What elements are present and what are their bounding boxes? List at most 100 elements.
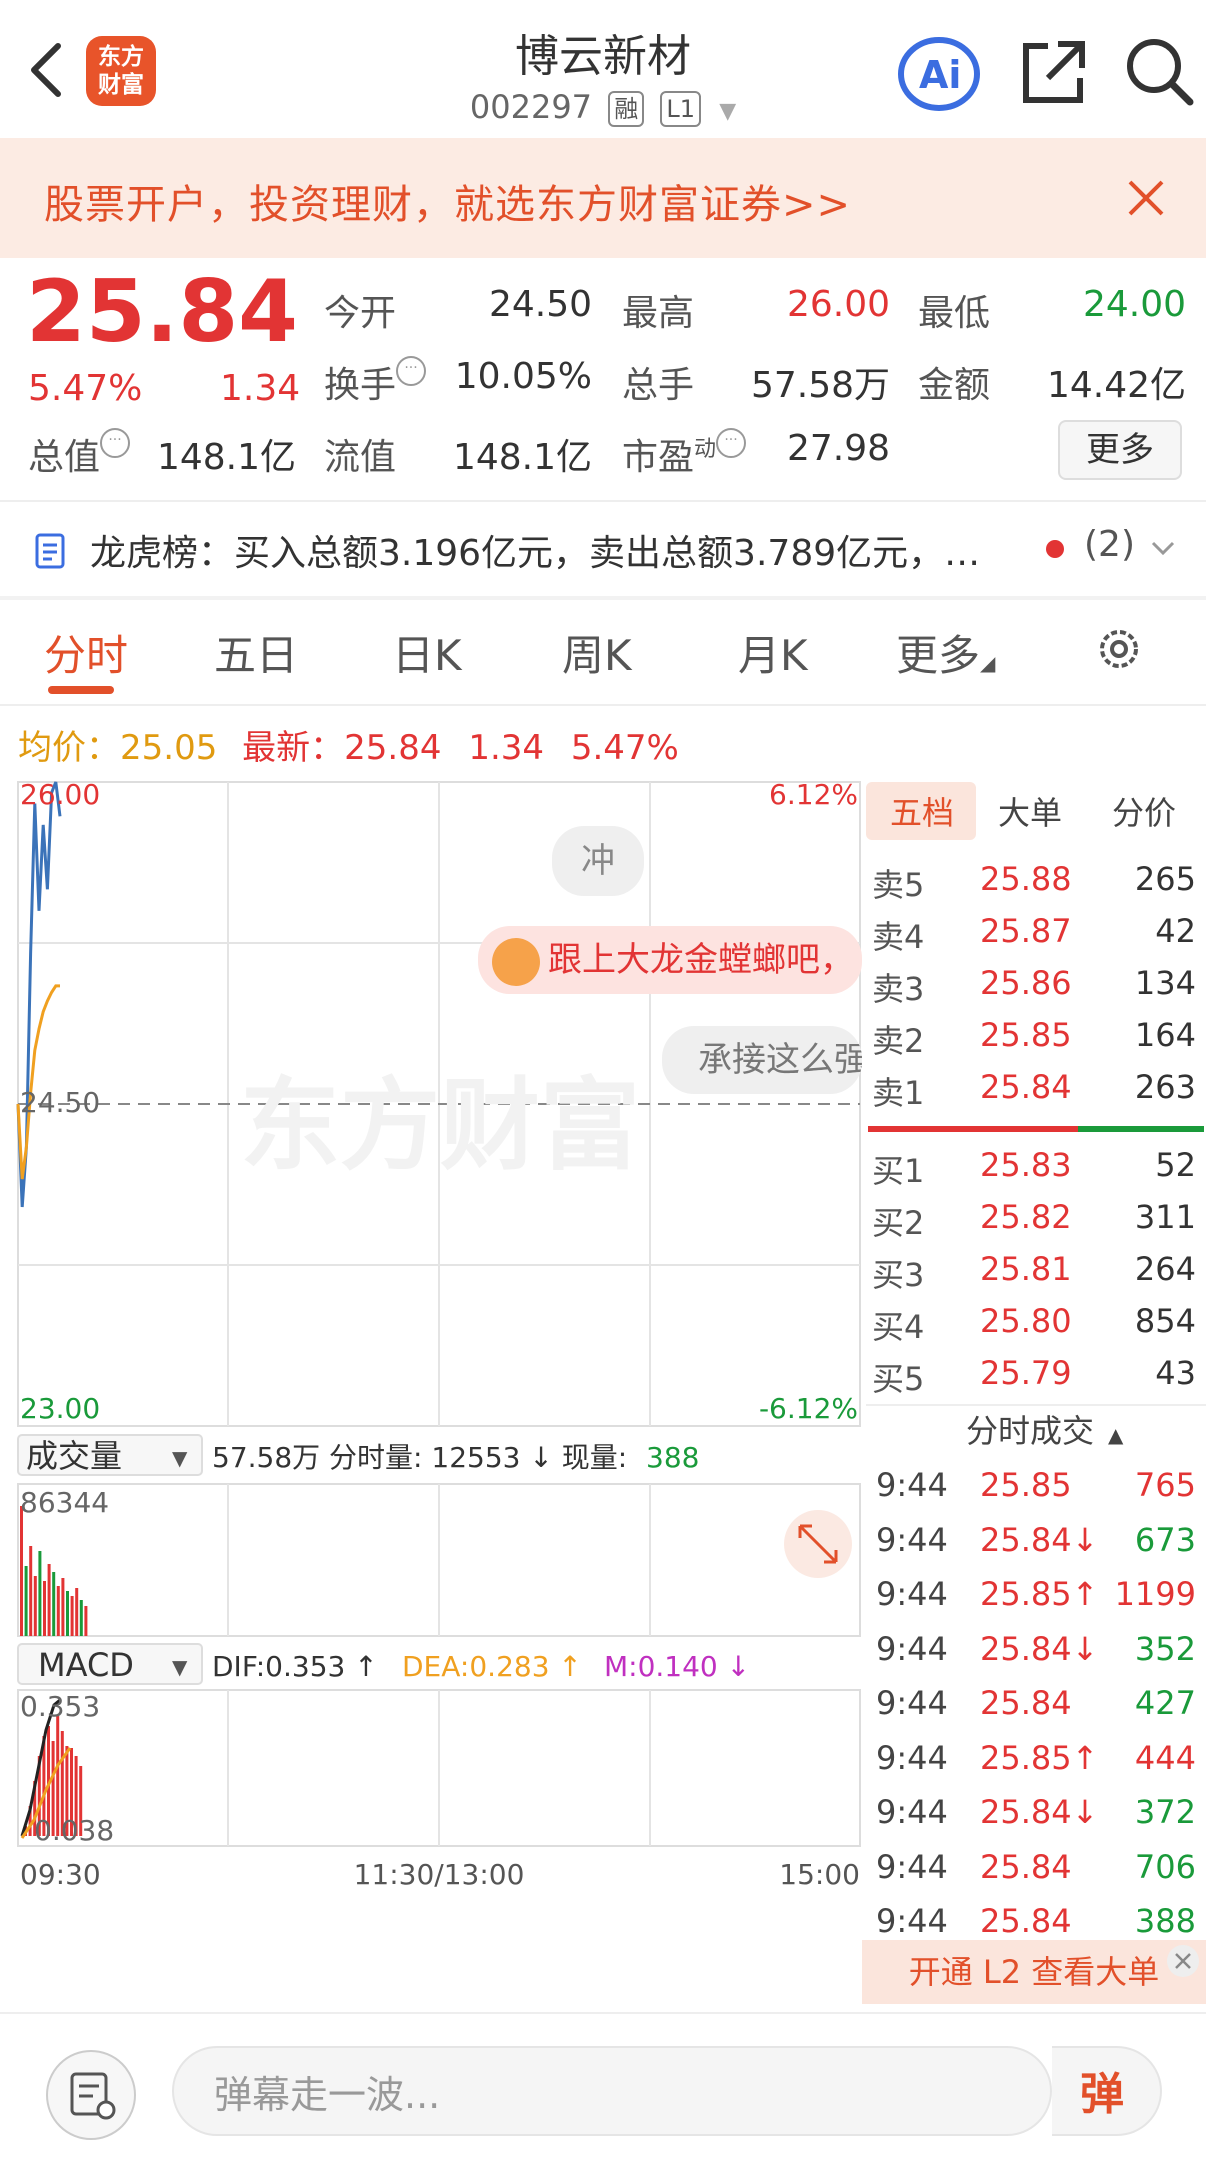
- tick-row: 9:44 25.85↑ 1199: [866, 1575, 1206, 1629]
- danmaku-bubble-highlight[interactable]: 跟上大龙金螳螂吧，: [478, 926, 862, 994]
- last-price: 25.84: [26, 262, 299, 362]
- ask-row[interactable]: 卖1 25.84 263: [866, 1068, 1206, 1120]
- high-value: 26.00: [786, 284, 890, 325]
- promo-text[interactable]: 股票开户，投资理财，就选东方财富证券>>: [44, 172, 851, 230]
- volume-bar: [38, 1551, 42, 1636]
- bid-volume: 311: [1134, 1198, 1196, 1236]
- volume-bar: [24, 1566, 28, 1636]
- amount-value: 14.42亿: [1046, 365, 1186, 406]
- tick-price: 25.85↑: [980, 1575, 1099, 1613]
- info-icon[interactable]: ···: [716, 428, 747, 458]
- pct-top-label: 6.12%: [769, 778, 858, 811]
- tab-big-orders[interactable]: 大单: [998, 788, 1062, 834]
- average-price-bar: 均价：25.05 最新：25.84 1.34 5.47%: [18, 728, 679, 768]
- info-icon[interactable]: ···: [396, 356, 427, 386]
- bid-ratio-bar: [1078, 1126, 1204, 1132]
- tab-weekly-k[interactable]: 周K: [562, 622, 632, 683]
- volume-now: 388: [646, 1441, 699, 1474]
- danmaku-bubble[interactable]: 承接这么强: [662, 1026, 862, 1094]
- ask-label: 卖2: [872, 1022, 925, 1060]
- app-header: 东方 财富 博云新材 002297 融 L1 ▼ Ai: [0, 0, 1206, 138]
- pe-value: 27.98: [786, 428, 890, 469]
- promo-banner[interactable]: 股票开户，投资理财，就选东方财富证券>>: [0, 138, 1206, 258]
- tick-time: 9:44: [876, 1520, 948, 1559]
- ask-row[interactable]: 卖2 25.85 164: [866, 1016, 1206, 1068]
- volume-bar: [29, 1546, 33, 1636]
- l2-upgrade-button[interactable]: 开通 L2 查看大单: [862, 1940, 1206, 2004]
- tick-row: 9:44 25.85 765: [866, 1466, 1206, 1520]
- ask-volume: 265: [1134, 860, 1196, 898]
- ask-volume: 263: [1134, 1068, 1196, 1106]
- danmaku-bubble[interactable]: 冲: [552, 826, 644, 896]
- market-cap-label[interactable]: 总值 ···: [28, 428, 131, 480]
- open-value: 24.50: [488, 284, 592, 325]
- market-cap-value: 148.1亿: [156, 437, 296, 478]
- tab-five-level[interactable]: 五档: [890, 788, 954, 834]
- tick-row: 9:44 25.84 706: [866, 1848, 1206, 1902]
- macd-bottom-label: 0.038: [34, 1814, 114, 1847]
- volume-bar: [20, 1506, 23, 1636]
- bid-label: 买1: [872, 1152, 925, 1190]
- float-cap-value: 148.1亿: [452, 437, 592, 478]
- tick-time: 9:44: [876, 1466, 948, 1504]
- tick-volume: 765: [1134, 1466, 1196, 1504]
- tab-monthly-k[interactable]: 月K: [738, 622, 808, 683]
- close-icon[interactable]: [1166, 1944, 1200, 1978]
- bid-volume: 52: [1155, 1146, 1196, 1184]
- bid-label: 买2: [872, 1204, 925, 1242]
- bid-label: 买3: [872, 1256, 925, 1294]
- close-icon[interactable]: [1124, 176, 1168, 220]
- ask-row[interactable]: 卖4 25.87 42: [866, 912, 1206, 964]
- tick-price: 25.84: [980, 1847, 1072, 1886]
- volume-bar: [70, 1596, 74, 1636]
- volume-bar: [66, 1591, 69, 1636]
- ask-row[interactable]: 卖5 25.88 265: [866, 860, 1206, 912]
- turnover-label[interactable]: 换手 ···: [324, 356, 427, 408]
- ticks-title[interactable]: 分时成交 ▲: [966, 1406, 1123, 1452]
- document-icon: [35, 533, 65, 569]
- tick-price: 25.84: [980, 1684, 1072, 1722]
- bid-price: 25.79: [980, 1354, 1072, 1392]
- volume-bar: [47, 1564, 51, 1636]
- tab-more[interactable]: 更多◢: [896, 622, 995, 683]
- ai-assistant-icon[interactable]: Ai: [897, 36, 981, 112]
- tick-time: 9:44: [876, 1902, 948, 1940]
- bid-row[interactable]: 买5 25.79 43: [866, 1354, 1206, 1406]
- ask-price: 25.84: [980, 1068, 1072, 1106]
- ask-row[interactable]: 卖3 25.86 134: [866, 964, 1206, 1016]
- bid-row[interactable]: 买4 25.80 854: [866, 1302, 1206, 1354]
- change-percent: 5.47%: [28, 368, 143, 409]
- share-icon[interactable]: [1018, 38, 1088, 108]
- pe-label[interactable]: 市盈动 ···: [622, 428, 747, 480]
- average-line: [16, 984, 60, 1180]
- unread-dot: [1046, 540, 1064, 558]
- chevron-down-icon: ▼: [172, 1446, 188, 1470]
- macd-selector-label: MACD: [38, 1646, 134, 1684]
- tab-intraday[interactable]: 分时: [44, 622, 128, 683]
- more-quote-button[interactable]: 更多: [1058, 420, 1182, 480]
- volume-bar: [33, 1576, 37, 1636]
- pct-bottom-label: -6.12%: [759, 1392, 858, 1425]
- tab-price-dist[interactable]: 分价: [1112, 788, 1176, 834]
- tick-volume: 372: [1134, 1793, 1196, 1831]
- volume-label: 总手: [622, 365, 695, 406]
- danmaku-settings-icon[interactable]: [46, 2050, 136, 2140]
- margin-tag: 融: [608, 91, 645, 127]
- search-icon[interactable]: [1124, 36, 1194, 108]
- bid-row[interactable]: 买1 25.83 52: [866, 1146, 1206, 1198]
- ask-label: 卖3: [872, 970, 925, 1008]
- tab-five-day[interactable]: 五日: [214, 622, 298, 683]
- info-icon[interactable]: ···: [100, 428, 131, 458]
- tab-daily-k[interactable]: 日K: [392, 622, 462, 683]
- bid-row[interactable]: 买3 25.81 264: [866, 1250, 1206, 1302]
- tick-price: 25.85: [980, 1466, 1072, 1504]
- y-bottom-label: 23.00: [20, 1392, 100, 1425]
- ask-ratio-bar: [868, 1126, 1078, 1132]
- open-label: 今开: [324, 293, 397, 334]
- gear-icon[interactable]: [1094, 624, 1144, 674]
- volume-value: 57.58万: [750, 365, 890, 406]
- danmaku-placeholder: 弹幕走一波...: [214, 2073, 441, 2117]
- volume-max-label: 86344: [20, 1486, 109, 1519]
- dragon-tiger-bar[interactable]: 龙虎榜：买入总额3.196亿元，卖出总额3.789亿元，… (2): [34, 524, 1194, 576]
- bid-row[interactable]: 买2 25.82 311: [866, 1198, 1206, 1250]
